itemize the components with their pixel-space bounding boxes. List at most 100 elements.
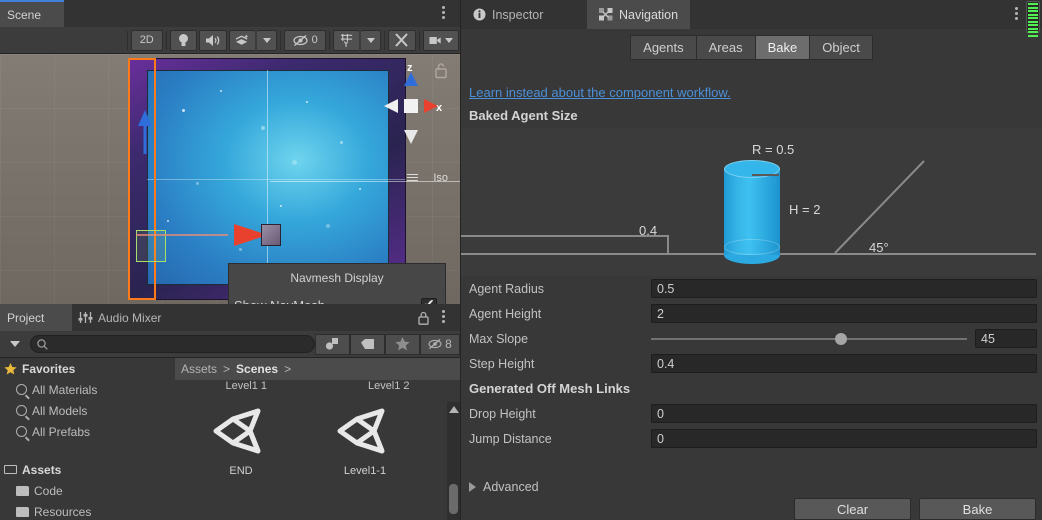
- breadcrumb-root[interactable]: Assets: [181, 362, 217, 376]
- subtab-areas[interactable]: Areas: [695, 34, 756, 60]
- asset-grid[interactable]: Level1 1 Level1 2 END Level1-1: [175, 380, 460, 520]
- hidden-objects-button[interactable]: 0: [284, 29, 327, 51]
- asset-grid-scrollbar[interactable]: [447, 402, 460, 520]
- project-body: Favorites All Materials All Models All P…: [0, 358, 460, 520]
- asset-type-filter-button[interactable]: [315, 333, 350, 355]
- tab-project[interactable]: Project: [0, 304, 72, 331]
- project-create-dropdown[interactable]: [0, 341, 30, 347]
- tree-item-label: All Materials: [32, 382, 98, 397]
- asset-item-level1-1[interactable]: Level1-1: [303, 402, 427, 477]
- tree-item-all-prefabs[interactable]: All Prefabs: [0, 421, 175, 442]
- chevron-down-icon: [262, 37, 271, 43]
- scene-camera-button[interactable]: [422, 29, 459, 51]
- lock-icon[interactable]: [434, 62, 448, 79]
- toolbar-divider: [329, 30, 331, 50]
- max-slope-value-input[interactable]: [975, 329, 1037, 348]
- navmesh-display-popup[interactable]: Navmesh Display Show NavMesh Show Height…: [228, 263, 446, 304]
- asset-item-label: END: [229, 465, 253, 477]
- projection-mode-label[interactable]: Iso: [433, 172, 448, 184]
- scroll-up-arrow-icon[interactable]: [449, 406, 459, 413]
- scene-tools-button[interactable]: [387, 29, 416, 51]
- tree-item-code[interactable]: Code: [0, 480, 175, 501]
- grid-dropdown[interactable]: [361, 29, 381, 51]
- scrollbar-thumb[interactable]: [449, 484, 458, 514]
- tab-inspector[interactable]: Inspector: [461, 0, 555, 29]
- subtab-areas-label: Areas: [708, 39, 743, 55]
- diagram-step-top: [461, 235, 669, 237]
- subtab-bake[interactable]: Bake: [754, 34, 811, 60]
- tab-navigation[interactable]: Navigation: [587, 0, 691, 29]
- kebab-dot: [441, 16, 445, 19]
- learn-component-workflow-link[interactable]: Learn instead about the component workfl…: [469, 85, 731, 100]
- subtab-agents[interactable]: Agents: [630, 34, 697, 60]
- clipped-asset-name: Level1 1: [225, 380, 268, 392]
- scene-tabbar-background: [64, 0, 460, 27]
- tree-item-resources[interactable]: Resources: [0, 501, 175, 520]
- navigation-subtabs: Agents Areas Bake Object: [461, 29, 1042, 65]
- unity-prefab-icon: [337, 408, 385, 454]
- grid-snap-icon: [340, 33, 353, 47]
- max-slope-slider[interactable]: [651, 332, 967, 345]
- tab-scene[interactable]: Scene: [0, 0, 64, 27]
- toolbar-divider: [384, 30, 385, 50]
- favorite-filter-button[interactable]: [385, 333, 420, 355]
- navigation-icon: [599, 8, 613, 21]
- scene-lighting-button[interactable]: [169, 29, 198, 51]
- lock-icon[interactable]: [417, 311, 430, 325]
- toggle-2d-button[interactable]: 2D: [130, 29, 163, 51]
- agent-height-input[interactable]: [651, 304, 1037, 323]
- gizmo-y-axis-handle[interactable]: [137, 110, 153, 154]
- cylinder-bottom-edge: [724, 239, 780, 255]
- agent-radius-input[interactable]: [651, 279, 1037, 298]
- subtab-agents-label: Agents: [643, 39, 684, 55]
- breadcrumb-current[interactable]: Scenes: [236, 362, 278, 376]
- eye-off-icon: [428, 338, 442, 350]
- tree-item-all-models[interactable]: All Models: [0, 400, 175, 421]
- hidden-count-label: 8: [445, 337, 452, 351]
- gizmo-center-cube: [404, 99, 418, 113]
- scene-fx-button[interactable]: [229, 29, 256, 51]
- project-menu-kebab-icon[interactable]: [436, 308, 450, 326]
- search-input[interactable]: [30, 335, 315, 353]
- tree-item-assets[interactable]: Assets: [0, 459, 175, 480]
- hidden-objects-count: 0: [311, 34, 318, 46]
- tree-item-all-materials[interactable]: All Materials: [0, 379, 175, 400]
- scene-fx-dropdown[interactable]: [257, 29, 278, 51]
- field-step-height-label: Step Height: [469, 356, 535, 371]
- cylinder-radius-line: [752, 174, 779, 176]
- step-height-input[interactable]: [651, 354, 1037, 373]
- asset-item-end[interactable]: END: [179, 402, 303, 477]
- hidden-count-filter-button[interactable]: 8: [420, 333, 460, 355]
- label-filter-button[interactable]: [350, 333, 385, 355]
- scene-view[interactable]: z x Iso Navmesh Display ✔: [0, 54, 460, 304]
- bake-button[interactable]: Bake: [919, 498, 1036, 520]
- gizmo-axis-line: [136, 234, 228, 236]
- grid-snapping-button[interactable]: [333, 29, 360, 51]
- scene-menu-kebab-icon[interactable]: [436, 4, 450, 22]
- advanced-foldout-label: Advanced: [483, 480, 539, 494]
- scene-audio-button[interactable]: [199, 29, 228, 51]
- max-slope-slider-handle[interactable]: [834, 332, 847, 345]
- search-icon: [16, 384, 27, 395]
- tag-icon: [360, 339, 374, 349]
- star-icon: [4, 362, 17, 374]
- chevron-down-icon: [444, 37, 453, 43]
- folder-icon: [16, 485, 29, 496]
- field-agent-height-label: Agent Height: [469, 306, 542, 321]
- clear-button[interactable]: Clear: [794, 498, 911, 520]
- subtab-object[interactable]: Object: [809, 34, 873, 60]
- tab-audio-mixer-label: Audio Mixer: [98, 310, 162, 325]
- drop-height-input[interactable]: [651, 404, 1037, 423]
- tree-item-favorites[interactable]: Favorites: [0, 358, 175, 379]
- bake-button-label: Bake: [962, 501, 993, 517]
- navmesh-show-navmesh-row[interactable]: Show NavMesh: [229, 291, 445, 304]
- jump-distance-input[interactable]: [651, 429, 1037, 448]
- asset-type-icon: [325, 338, 338, 350]
- diagram-step-riser: [667, 235, 669, 255]
- advanced-foldout[interactable]: Advanced: [469, 480, 539, 494]
- gizmo-center-handle[interactable]: [261, 224, 281, 246]
- diagram-slope-label: 45°: [869, 240, 889, 255]
- inspector-menu-kebab-icon[interactable]: [1009, 5, 1023, 23]
- tab-audio-mixer[interactable]: Audio Mixer: [78, 304, 161, 331]
- scene-axis-line-v: [267, 70, 268, 285]
